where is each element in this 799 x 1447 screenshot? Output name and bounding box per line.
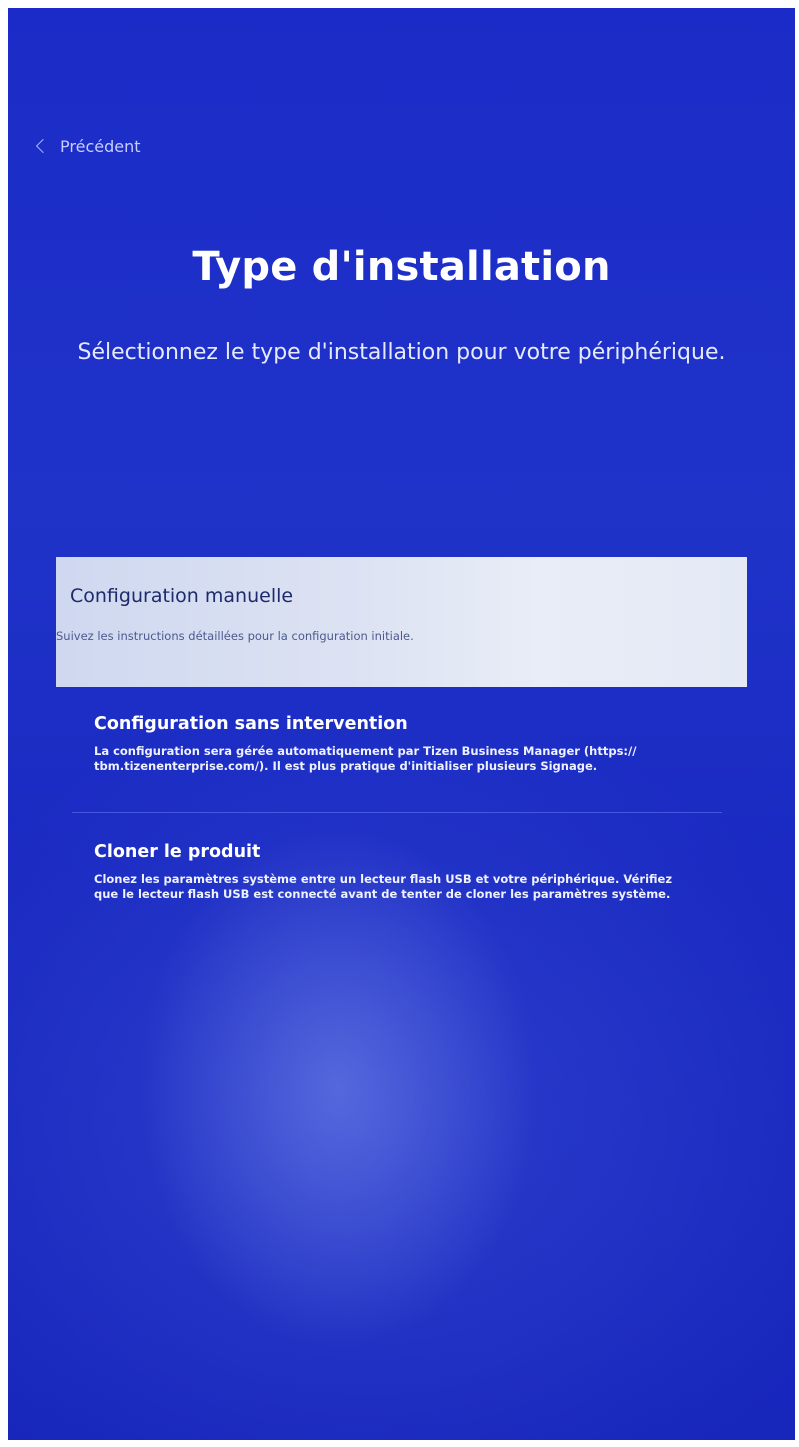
option-title: Configuration sans intervention — [94, 714, 408, 734]
page-subtitle: Sélectionnez le type d'installation pour… — [77, 340, 726, 365]
option-title: Cloner le produit — [94, 842, 261, 862]
divider — [72, 812, 722, 813]
option-title: Configuration manuelle — [70, 585, 294, 607]
option-clone-product[interactable]: Cloner le produit Clonez les paramètres … — [94, 842, 734, 902]
chevron-left-icon — [35, 138, 51, 154]
option-zero-touch-configuration[interactable]: Configuration sans intervention La confi… — [94, 714, 734, 774]
option-description: Clonez les paramètres système entre un l… — [94, 872, 734, 902]
option-description-line: La configuration sera gérée automatiquem… — [94, 744, 637, 758]
back-label: Précédent — [60, 136, 141, 156]
option-description-line: que le lecteur flash USB est connecté av… — [94, 887, 671, 901]
option-description: Suivez les instructions détaillées pour … — [56, 629, 414, 643]
option-description-line: Clonez les paramètres système entre un l… — [94, 872, 673, 886]
option-description: La configuration sera gérée automatiquem… — [94, 744, 734, 774]
option-manual-configuration[interactable]: Configuration manuelle Suivez les instru… — [56, 557, 747, 687]
setup-screen: Précédent Type d'installation Sélectionn… — [8, 8, 795, 1440]
page-title: Type d'installation — [192, 244, 611, 290]
option-description-line: tbm.tizenenterprise.com/). Il est plus p… — [94, 759, 598, 773]
back-button[interactable]: Précédent — [34, 134, 141, 158]
